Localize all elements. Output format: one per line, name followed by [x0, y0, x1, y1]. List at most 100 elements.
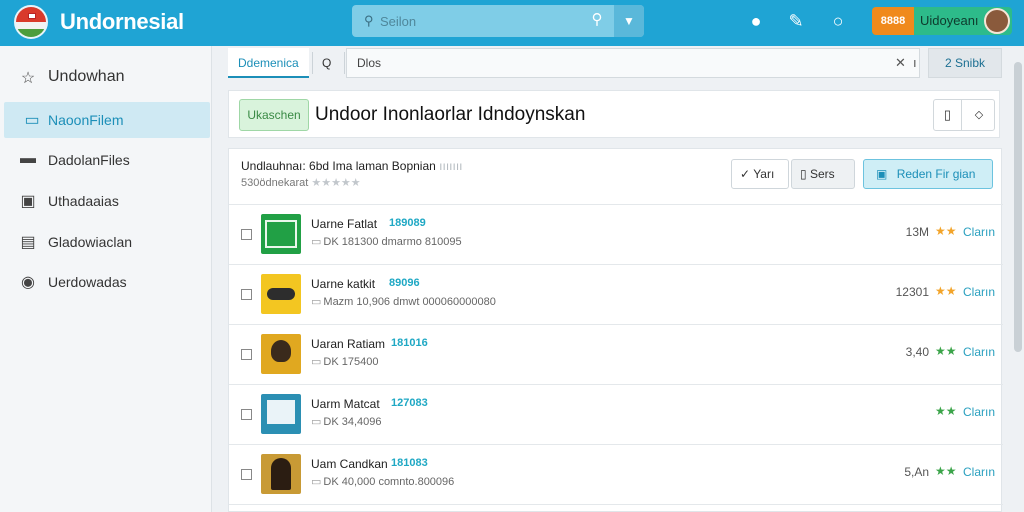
primary-action-label: Reden Fir gian — [896, 167, 976, 181]
row-meta-text: Mazm 10,906 dmwt 000060000080 — [323, 296, 496, 308]
row-checkbox[interactable] — [241, 409, 252, 420]
row-tag[interactable]: Cların — [963, 405, 995, 419]
rating-stars: ★★ — [935, 224, 957, 238]
row-name[interactable]: Uarm Matcat — [311, 397, 380, 411]
row-meta-text: DK 34,4096 — [323, 416, 382, 428]
search-input[interactable] — [380, 12, 600, 30]
updown-icon[interactable]: ◇ — [964, 100, 994, 130]
user-name: Uidoyeanı — [920, 13, 979, 28]
notification-badge[interactable]: 8888 — [872, 7, 914, 35]
search-submit-icon[interactable]: ⚲ — [584, 10, 610, 32]
row-checkbox[interactable] — [241, 469, 252, 480]
app-title: Undornesial — [60, 9, 184, 34]
chevron-down-icon: ✓ — [740, 167, 751, 181]
page-header: Ukaschen Undoor Inonlaorlar Idndoynskan … — [228, 90, 1000, 138]
row-thumbnail — [261, 334, 301, 374]
row-code: 189089 — [389, 217, 426, 229]
sidebar-item-uerdowadas[interactable]: ◉ Uerdowadas — [0, 264, 212, 300]
scrollbar[interactable] — [1014, 62, 1022, 352]
table-row[interactable]: Uarne katkit 89096 ▭ Mazm 10,906 dmwt 000… — [229, 265, 1003, 325]
row-code: 89096 — [389, 277, 420, 289]
table-row[interactable]: Uam Candkan 181083 ▭ DK 40,000 comnto.800… — [229, 445, 1003, 505]
primary-action-button[interactable]: ▣ Reden Fir gian — [863, 159, 993, 189]
row-name[interactable]: Uam Candkan — [311, 457, 388, 471]
row-size: 5,An — [904, 465, 929, 479]
rating-stars: ★★ — [935, 284, 957, 298]
row-tag[interactable]: Cların — [963, 285, 995, 299]
row-meta-text: DK 175400 — [323, 356, 379, 368]
tab-ddemenica[interactable]: Ddemenica — [228, 48, 309, 78]
table-row[interactable]: Uarm Matcat 127083 ▭ DK 34,4096 ★★ Cların — [229, 385, 1003, 445]
row-meta: ▭ DK 175400 — [311, 355, 378, 368]
row-name[interactable]: Uarne Fatlat — [311, 217, 377, 231]
row-code: 181083 — [391, 457, 428, 469]
sidebar-item-naoonfilem[interactable]: ▭ NaoonFilem — [4, 102, 210, 138]
pin-icon: ◉ — [21, 274, 35, 291]
user-menu[interactable]: 8888 Uidoyeanı — [872, 7, 1012, 35]
tablet-icon[interactable]: ▯ — [934, 100, 962, 130]
file-icon: ▭ — [311, 356, 322, 368]
sidebar-item-label: DadolanFiles — [48, 152, 130, 168]
row-meta-text: DK 181300 dmarmo 810095 — [323, 236, 462, 248]
sort-button-label: Sers — [809, 167, 835, 181]
tab-divider — [312, 52, 313, 74]
rating-stars: ★★ — [935, 404, 957, 418]
row-size: 13M — [905, 225, 929, 239]
row-thumbnail — [261, 454, 301, 494]
sidebar-item-gladowiaclan[interactable]: ▤ Gladowiaclan — [0, 224, 212, 260]
app-logo[interactable] — [14, 5, 48, 39]
row-tag[interactable]: Cların — [963, 465, 995, 479]
tab-divider — [344, 52, 345, 74]
row-tag[interactable]: Cların — [963, 225, 995, 239]
logo-bottom-band — [16, 28, 46, 37]
refresh-icon[interactable]: ○ — [826, 9, 850, 33]
sort-icon: ▯ — [800, 167, 807, 181]
list-title: Undlauhnaı: 6bd Ima laman Bopnian ıııııı… — [241, 159, 463, 173]
file-icon: ▭ — [311, 236, 322, 248]
row-thumbnail — [261, 274, 301, 314]
avatar[interactable] — [984, 8, 1010, 34]
row-meta: ▭ Mazm 10,906 dmwt 000060000080 — [311, 295, 496, 308]
row-name[interactable]: Uarne katkit — [311, 277, 375, 291]
status-badge[interactable]: Ukaschen — [239, 99, 309, 131]
page-title: Undoor Inonlaorlar Idndoynskan — [315, 104, 586, 125]
rating-stars: ★★ — [935, 344, 957, 358]
bulb-icon[interactable]: ● — [744, 9, 768, 33]
sidebar-item-undowhan[interactable]: ☆ Undowhan — [0, 60, 212, 96]
row-thumbnail — [261, 394, 301, 434]
sidebar-item-label: Undowhan — [48, 68, 125, 85]
list-title-text: Undlauhnaı: 6bd Ima laman Bopnian — [241, 159, 436, 173]
row-size: 3,40 — [905, 345, 929, 359]
tab-filter-value: Dlos — [357, 56, 382, 70]
close-icon[interactable]: ✕ — [895, 55, 906, 71]
row-name[interactable]: Uaran Ratiam — [311, 337, 385, 351]
sidebar-item-label: Uthadaaias — [48, 193, 119, 209]
row-tag[interactable]: Cların — [963, 345, 995, 359]
row-checkbox[interactable] — [241, 229, 252, 240]
file-icon: ▭ — [311, 416, 322, 428]
row-meta: ▭ DK 181300 dmarmo 810095 — [311, 235, 462, 248]
tab-action-button[interactable]: 2 Snibk — [928, 48, 1002, 78]
table-row[interactable]: Uarne Fatlat 189089 ▭ DK 181300 dmarmo 81… — [229, 205, 1003, 265]
pen-icon[interactable]: ✎ — [784, 9, 808, 33]
search-box[interactable]: ⚲ ⚲ ▼ — [352, 5, 644, 37]
view-button[interactable]: ✓ Yarı — [731, 159, 789, 189]
file-icon: ▬ — [20, 150, 36, 167]
more-icon[interactable]: ı — [913, 55, 917, 70]
sort-button[interactable]: ▯ Sers — [791, 159, 855, 189]
row-checkbox[interactable] — [241, 289, 252, 300]
sidebar-item-uthadaaias[interactable]: ▣ Uthadaaias — [0, 183, 212, 219]
row-checkbox[interactable] — [241, 349, 252, 360]
window-icon: ▣ — [20, 193, 36, 210]
tab-search-icon[interactable]: Q — [322, 48, 331, 78]
view-button-label: Yarı — [753, 167, 775, 181]
sidebar: ☆ Undowhan ▭ NaoonFilem ▬ DadolanFiles ▣… — [0, 46, 212, 512]
chevron-down-icon[interactable]: ▼ — [614, 5, 644, 37]
list-subtitle-text: 530ödnekarat — [241, 177, 309, 189]
view-toggle[interactable]: ▯ ◇ — [933, 99, 995, 131]
sidebar-item-label: Gladowiaclan — [48, 234, 133, 250]
tab-filter-input[interactable]: Dlos ✕ ı — [346, 48, 920, 78]
list-header: Undlauhnaı: 6bd Ima laman Bopnian ıııııı… — [229, 149, 1003, 205]
table-row[interactable]: Uaran Ratiam 181016 ▭ DK 175400 3,40 ★★ C… — [229, 325, 1003, 385]
sidebar-item-dadolanfiles[interactable]: ▬ DadolanFiles — [0, 142, 212, 178]
